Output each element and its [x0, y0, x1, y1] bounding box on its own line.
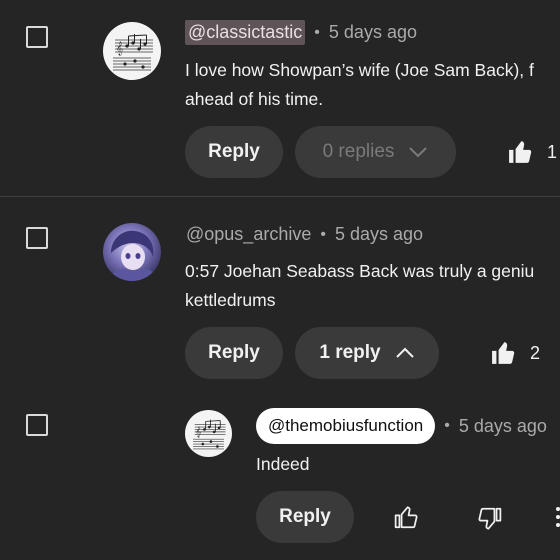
comment-timestamp[interactable]: 5 days ago — [335, 224, 423, 245]
comment-2-text-line-2: kettledrums — [185, 290, 276, 310]
select-checkbox-comment-2[interactable] — [26, 227, 48, 249]
separator-dot: • — [320, 225, 326, 243]
comment-2-text-line-1: 0:57 Joehan Seabass Back was truly a gen… — [185, 261, 535, 281]
comment-timestamp[interactable]: 5 days ago — [329, 22, 417, 43]
reply-header: @themobiusfunction • 5 days ago — [256, 408, 547, 444]
comment-1-text-line-2: ahead of his time. — [185, 89, 324, 109]
svg-text:𝄞: 𝄞 — [116, 41, 123, 55]
reply-button-label: Reply — [279, 506, 331, 527]
thumbs-up-icon[interactable] — [491, 341, 517, 365]
svg-text:𝄞: 𝄞 — [196, 425, 202, 437]
reply-button[interactable]: Reply — [256, 491, 354, 543]
avatar-sheet-music[interactable]: 𝄞 — [185, 410, 232, 457]
like-count: 2 — [530, 343, 541, 363]
reply-button-label: Reply — [208, 141, 260, 162]
replies-label: 0 replies — [322, 141, 395, 162]
sheet-music-avatar-image: 𝄞 — [113, 34, 153, 71]
chevron-up-icon — [395, 347, 415, 359]
replies-label: 1 reply — [319, 342, 381, 363]
thumbs-up-icon[interactable] — [508, 140, 534, 164]
replies-toggle-button[interactable]: 0 replies — [295, 126, 456, 178]
select-checkbox-comment-1[interactable] — [26, 26, 48, 48]
replies-toggle-button[interactable]: 1 reply — [295, 327, 439, 379]
separator-dot: • — [444, 417, 450, 434]
thumbs-up-outline-icon[interactable] — [394, 505, 420, 529]
reply-text: Indeed — [256, 454, 310, 474]
like-count: 1 — [547, 142, 558, 162]
thumbs-down-outline-icon[interactable] — [476, 507, 502, 531]
comment-author[interactable]: @opus_archive — [186, 224, 311, 245]
separator-dot: • — [314, 23, 320, 41]
more-options-icon[interactable] — [553, 505, 560, 529]
reply-button[interactable]: Reply — [185, 126, 283, 178]
avatar-sheet-music[interactable]: 𝄞 — [103, 22, 161, 80]
select-checkbox-reply[interactable] — [26, 414, 48, 436]
comment-author[interactable]: @classictastic — [185, 20, 306, 45]
chevron-down-icon — [408, 146, 428, 158]
comment-divider — [0, 196, 560, 197]
creator-author-chip[interactable]: @themobiusfunction — [256, 408, 436, 444]
comment-2-header: @opus_archive • 5 days ago — [186, 224, 423, 245]
avatar-anime[interactable] — [103, 223, 161, 281]
reply-button[interactable]: Reply — [185, 327, 283, 379]
anime-avatar-image — [111, 230, 154, 281]
comment-1-text-line-1: I love how Showpan’s wife (Joe Sam Back)… — [185, 60, 534, 80]
reply-timestamp[interactable]: 5 days ago — [459, 416, 547, 437]
reply-button-label: Reply — [208, 342, 260, 363]
comment-1-header: @classictastic • 5 days ago — [185, 20, 417, 45]
sheet-music-avatar-image: 𝄞 — [193, 419, 226, 450]
